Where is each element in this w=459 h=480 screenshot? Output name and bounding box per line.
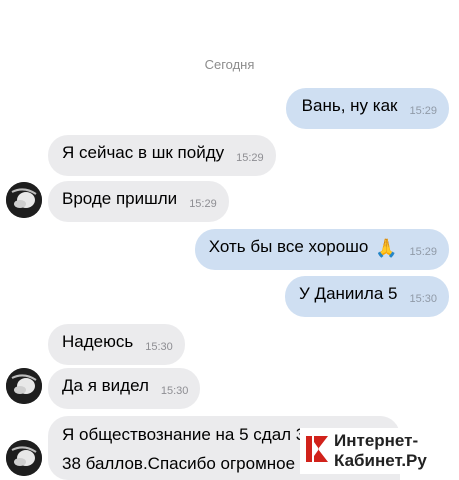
message-bubble-incoming[interactable]: Вроде пришли 15:29 xyxy=(48,181,229,222)
message-time: 15:30 xyxy=(409,293,437,305)
avatar[interactable] xyxy=(6,182,42,218)
message-time: 15:29 xyxy=(409,105,437,117)
message-time: 15:29 xyxy=(409,246,437,258)
date-divider: Сегодня xyxy=(204,57,255,72)
watermark-line: Интернет- xyxy=(334,431,419,450)
watermark-logo-icon xyxy=(306,436,328,462)
message-text: Хоть бы все хорошо xyxy=(208,237,369,256)
watermark: Интернет- Кабинет.Ру xyxy=(300,428,459,474)
message-bubble-incoming[interactable]: Я сейчас в шк пойду 15:29 xyxy=(48,135,276,176)
avatar[interactable] xyxy=(6,440,42,476)
message-time: 15:30 xyxy=(160,385,189,397)
message-time: 15:30 xyxy=(145,341,173,353)
avatar[interactable] xyxy=(6,368,42,404)
message-bubble-incoming[interactable]: Надеюсь 15:30 xyxy=(48,324,185,365)
message-bubble-outgoing[interactable]: У Даниила 5 15:30 xyxy=(285,276,449,317)
message-text: Да я видел xyxy=(62,376,149,395)
message-text: Я сейчас в шк пойду xyxy=(62,143,225,162)
message-bubble-outgoing[interactable]: Хоть бы все хорошо 🙏 15:29 xyxy=(194,229,449,270)
message-text: У Даниила 5 xyxy=(299,284,398,303)
watermark-text: Интернет- Кабинет.Ру xyxy=(334,431,427,471)
praying-hands-icon: 🙏 xyxy=(375,238,398,258)
message-time: 15:29 xyxy=(189,198,217,210)
message-time: 15:29 xyxy=(236,152,264,164)
message-bubble-incoming[interactable]: Да я видел 15:30 xyxy=(48,368,201,409)
message-bubble-outgoing[interactable]: Вань, ну как 15:29 xyxy=(285,88,449,129)
message-text: Вроде пришли xyxy=(62,189,178,208)
message-text: Надеюсь xyxy=(62,332,134,351)
watermark-line: Кабинет.Ру xyxy=(334,451,427,470)
message-text: Вань, ну как xyxy=(301,96,398,115)
